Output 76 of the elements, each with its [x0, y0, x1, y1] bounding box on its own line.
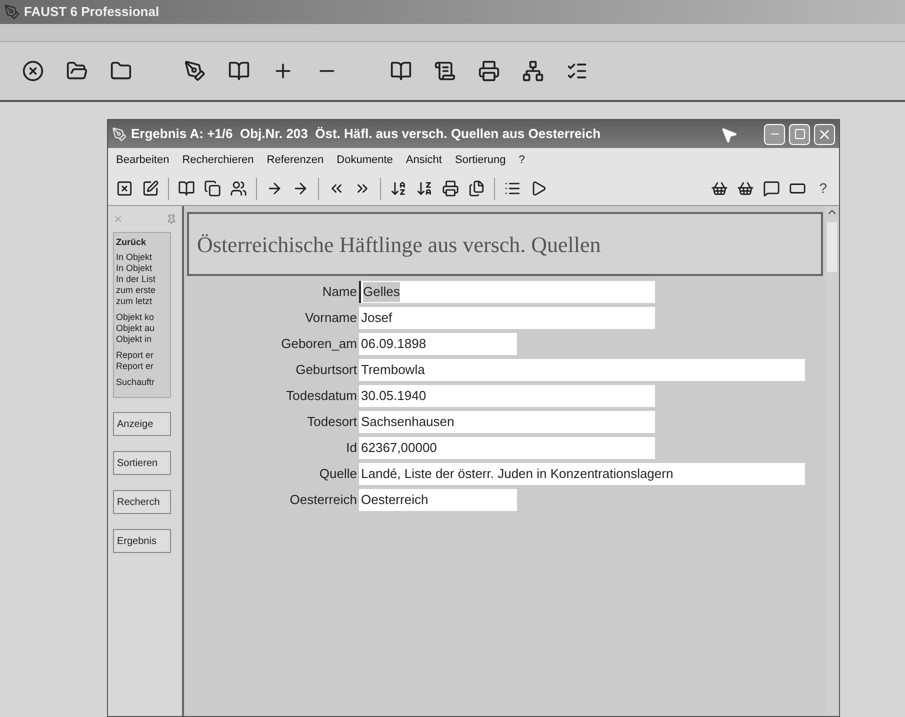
pen-icon[interactable]	[184, 60, 206, 82]
pane-button[interactable]: Ergebnis	[113, 529, 171, 553]
field-label: Vorname	[304, 309, 357, 328]
book-icon[interactable]	[390, 60, 412, 82]
menu-item[interactable]: Bearbeiten	[116, 152, 170, 168]
close-button[interactable]	[814, 124, 835, 144]
open-folder-icon[interactable]	[66, 60, 88, 82]
action-item[interactable]: In Objekt	[116, 263, 168, 274]
book-icon[interactable]	[178, 180, 195, 197]
edit-icon[interactable]	[142, 180, 159, 197]
play-icon[interactable]	[530, 180, 547, 197]
text-field[interactable]: Sachsenhausen	[359, 411, 655, 433]
text-field[interactable]: 30.05.1940	[359, 385, 655, 407]
sort-descending-icon[interactable]	[416, 180, 433, 197]
list-icon[interactable]	[504, 180, 521, 197]
menu-item[interactable]: Sortierung	[454, 152, 506, 168]
sort-ascending-icon[interactable]	[390, 180, 407, 197]
field-label: Todesort	[306, 413, 357, 432]
action-item[interactable]: Objekt in	[116, 334, 168, 345]
text-field[interactable]: 06.09.1898	[359, 333, 517, 355]
close-icon[interactable]	[116, 180, 133, 197]
menu-item[interactable]: Recherchieren	[182, 152, 254, 168]
scroll-icon[interactable]	[434, 60, 456, 82]
text-field[interactable]: Josef	[359, 307, 655, 329]
action-item[interactable]: Objekt au	[116, 323, 168, 334]
action-item[interactable]: In der List	[116, 274, 168, 285]
maximize-button[interactable]	[789, 124, 810, 144]
field-label: Name	[321, 283, 357, 302]
action-item[interactable]: Objekt ko	[116, 312, 168, 323]
pane-button[interactable]: Anzeige	[113, 412, 171, 436]
action-item[interactable]: Report er	[116, 350, 168, 361]
basket-icon[interactable]	[737, 180, 754, 197]
printer-icon[interactable]	[442, 180, 459, 197]
app-title: FAUST 6 Professional	[24, 3, 160, 22]
field-label: Id	[345, 439, 357, 458]
maximize-icon	[794, 128, 806, 140]
scrollbar[interactable]	[825, 206, 839, 716]
pane-button[interactable]: Sortieren	[113, 451, 171, 475]
pane-button[interactable]: Recherch	[113, 490, 171, 514]
form-heading: Österreichische Häftlinge aus versch. Quellen	[197, 230, 601, 259]
field-label: Geburtsort	[294, 361, 357, 380]
menu-item[interactable]: Referenzen	[266, 152, 324, 168]
action-item[interactable]: zum letzt	[116, 296, 168, 307]
field-label: Todesdatum	[285, 387, 357, 406]
action-item[interactable]: Report er	[116, 361, 168, 372]
text-field[interactable]: 62367,00000	[359, 437, 655, 459]
copy-icon[interactable]	[204, 180, 221, 197]
app-icon	[4, 4, 20, 20]
action-item[interactable]: Suchauftr	[116, 377, 168, 388]
people-icon[interactable]	[230, 180, 247, 197]
scroll-thumb[interactable]	[827, 222, 837, 272]
basket-icon[interactable]	[711, 180, 728, 197]
mouse-cursor-icon	[720, 126, 738, 144]
menu-item[interactable]: Dokumente	[336, 152, 393, 168]
back-item[interactable]: Zurück	[114, 233, 170, 252]
folder-icon[interactable]	[110, 60, 132, 82]
field-label: Quelle	[318, 465, 357, 484]
action-item[interactable]: In Objekt	[116, 252, 168, 263]
menu-item[interactable]: ?	[518, 152, 525, 168]
printer-icon[interactable]	[478, 60, 500, 82]
text-field[interactable]: Gelles	[359, 281, 655, 303]
window-icon	[112, 126, 127, 142]
field-label: Oesterreich	[288, 491, 357, 510]
hierarchy-icon[interactable]	[522, 60, 544, 82]
help-button[interactable]: ?	[815, 178, 831, 199]
menu-item[interactable]: Ansicht	[406, 152, 442, 168]
action-item[interactable]: zum erste	[116, 285, 168, 296]
field-label: Geboren_am	[280, 335, 357, 354]
window-title: Ergebnis A: +1/6 Obj.Nr. 203 Öst. Häfl. aus versch. Quellen aus Oesterreich	[131, 125, 601, 144]
comment-icon[interactable]	[763, 180, 780, 197]
text-field[interactable]: Trembowla	[359, 359, 805, 381]
close-icon[interactable]	[22, 60, 44, 82]
text-field[interactable]: Oesterreich	[359, 489, 517, 511]
text-field[interactable]: Landé, Liste der österr. Juden in Konzentrationslagern	[359, 463, 805, 485]
pages-icon[interactable]	[468, 180, 485, 197]
minimize-button[interactable]	[764, 124, 785, 144]
